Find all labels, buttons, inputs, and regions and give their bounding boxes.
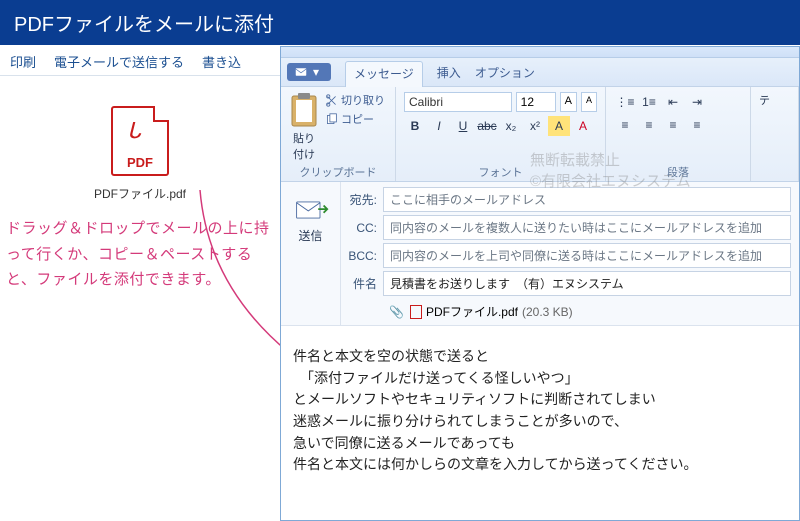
clipboard-group-label: クリップボード [289,162,387,180]
bold-button[interactable]: B [404,116,426,136]
font-group-label: フォント [404,162,597,180]
number-list-button[interactable]: 1≡ [638,92,660,112]
paste-button[interactable]: 貼り 付け [289,92,319,162]
chevron-down-icon: ▾ [313,65,319,79]
highlight-button[interactable]: A [548,116,570,136]
ribbon-group-edit: テ [751,87,799,181]
to-field[interactable]: ここに相手のメールアドレス [383,187,791,212]
indent-button[interactable]: ⇥ [686,92,708,112]
superscript-button[interactable]: x² [524,116,546,136]
app-menu-button[interactable]: ▾ [287,63,331,81]
subject-label: 件名 [345,275,383,292]
ribbon-group-paragraph: ⋮≡ 1≡ ⇤ ⇥ ≡ ≡ ≡ ≡ 段落 [606,87,751,181]
strike-button[interactable]: abc [476,116,498,136]
font-size-select[interactable]: 12 [516,92,556,112]
bcc-field[interactable]: 同内容のメールを上司や同僚に送る時はここにメールアドレスを追加 [383,243,791,268]
justify-button[interactable]: ≡ [686,115,708,135]
paperclip-icon: 📎 [389,305,404,319]
align-left-button[interactable]: ≡ [614,115,636,135]
attachment-size: (20.3 KB) [522,305,573,319]
tab-insert[interactable]: 挿入 [437,64,461,81]
align-right-button[interactable]: ≡ [662,115,684,135]
write-button[interactable]: 書き込 [202,52,241,71]
attachment-item[interactable]: PDFファイル.pdf (20.3 KB) [410,303,573,320]
subscript-button[interactable]: x₂ [500,116,522,136]
tutorial-banner: PDFファイルをメールに添付 [0,0,800,45]
edit-group-content: テ [759,92,794,108]
attachment-row: 📎 PDFファイル.pdf (20.3 KB) [345,299,791,320]
align-center-button[interactable]: ≡ [638,115,660,135]
send-button[interactable]: 送信 [298,227,322,244]
explorer-toolbar: 印刷 電子メールで送信する 書き込 [0,46,280,76]
instruction-text: ドラッグ＆ドロップでメールの上に持って行くか、コピー＆ペーストすると、ファイルを… [0,202,280,293]
titlebar [281,47,799,58]
paragraph-group-label: 段落 [614,162,742,180]
desktop-pane: 印刷 電子メールで送信する 書き込 ᒐ PDF PDFファイル.pdf ドラッグ… [0,46,280,521]
mail-compose-window: ▾ メッセージ 挿入 オプション 貼り 付け 切り [280,46,800,521]
menubar: ▾ メッセージ 挿入 オプション [281,58,799,87]
tab-option[interactable]: オプション [475,64,535,81]
scissors-icon [325,94,338,107]
cc-label: CC: [345,221,383,235]
bcc-label: BCC: [345,249,383,263]
font-name-select[interactable]: Calibri [404,92,512,112]
ribbon-group-clipboard: 貼り 付け 切り取り コピー クリップボード [281,87,396,181]
ribbon: 貼り 付け 切り取り コピー クリップボード C [281,87,799,182]
pdf-small-icon [410,305,422,319]
copy-button[interactable]: コピー [325,111,385,127]
bullet-list-button[interactable]: ⋮≡ [614,92,636,112]
cut-label: 切り取り [341,92,385,108]
pdf-badge-label: PDF [113,155,167,170]
clipboard-icon [289,92,319,128]
italic-button[interactable]: I [428,116,450,136]
ribbon-group-font: Calibri 12 A A B I U abc x₂ x² A A フォント [396,87,606,181]
send-icon[interactable] [293,196,329,224]
send-email-button[interactable]: 電子メールで送信する [54,52,184,71]
adobe-swoosh-icon: ᒐ [127,118,141,144]
envelope-icon [295,66,307,78]
outdent-button[interactable]: ⇤ [662,92,684,112]
paste-label: 貼り 付け [293,130,315,162]
compose-header: 送信 宛先: ここに相手のメールアドレス CC: 同内容のメールを複数人に送りた… [281,182,799,326]
copy-label: コピー [341,111,374,127]
subject-field[interactable]: 見積書をお送りします （有）エヌシステム [383,271,791,296]
cc-field[interactable]: 同内容のメールを複数人に送りたい時はここにメールアドレスを追加 [383,215,791,240]
pdf-file-icon[interactable]: ᒐ PDF [111,106,169,176]
cut-button[interactable]: 切り取り [325,92,385,108]
underline-button[interactable]: U [452,116,474,136]
font-color-button[interactable]: A [572,116,594,136]
message-body[interactable]: 件名と本文を空の状態で送ると 「添付ファイルだけ送ってくる怪しいやつ」 とメール… [281,326,799,520]
copy-icon [325,113,338,126]
shrink-font-button[interactable]: A [581,92,597,112]
tab-message[interactable]: メッセージ [345,61,423,87]
pdf-filename-label: PDFファイル.pdf [0,185,280,202]
page-fold-icon [153,106,169,122]
to-label: 宛先: [345,191,383,208]
grow-font-button[interactable]: A [560,92,577,112]
attachment-name: PDFファイル.pdf [426,303,518,320]
print-button[interactable]: 印刷 [10,52,36,71]
